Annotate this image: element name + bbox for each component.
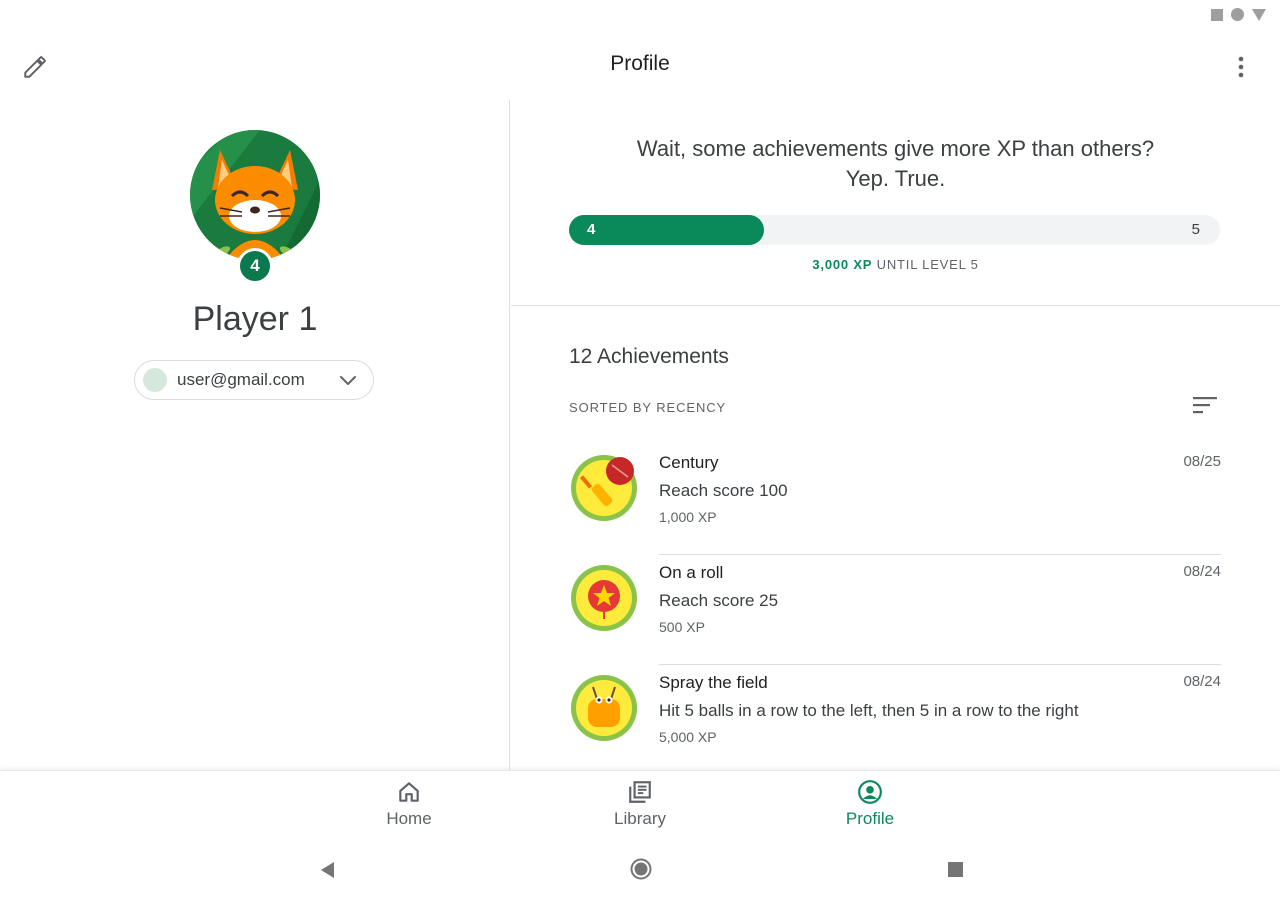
chevron-down-icon	[340, 376, 356, 385]
status-circle-icon	[1231, 8, 1244, 21]
achievements-list: Century Reach score 100 1,000 XP 08/25 O…	[569, 445, 1221, 775]
section-divider	[511, 305, 1280, 306]
next-level-label: 5	[1191, 221, 1200, 238]
xp-caption-suffix: UNTIL LEVEL 5	[872, 257, 979, 272]
achievement-item[interactable]: Century Reach score 100 1,000 XP 08/25	[569, 445, 1221, 555]
account-email: user@gmail.com	[177, 370, 305, 389]
page-title: Profile	[610, 52, 670, 75]
nav-home[interactable]: Home	[349, 779, 469, 839]
home-circle-icon	[630, 858, 652, 880]
achievement-date: 08/24	[1183, 563, 1221, 580]
more-options-button[interactable]	[1224, 50, 1258, 84]
nav-profile-label: Profile	[845, 809, 895, 828]
more-vert-icon	[1238, 56, 1244, 78]
avatar-container: 4	[190, 130, 320, 284]
achievement-description: Hit 5 balls in a row to the left, then 5…	[659, 701, 1079, 720]
level-badge: 4	[237, 248, 273, 284]
system-navigation-bar	[0, 840, 1280, 900]
nav-home-label: Home	[386, 809, 432, 828]
nav-library-label: Library	[614, 809, 666, 828]
achievement-description: Reach score 100	[659, 481, 788, 500]
system-home-button[interactable]	[630, 858, 652, 885]
library-icon	[629, 781, 651, 803]
back-triangle-icon	[321, 862, 334, 878]
achievement-description: Reach score 25	[659, 591, 779, 610]
status-bar	[0, 0, 1280, 30]
achievement-date: 08/25	[1183, 453, 1221, 470]
star-medal-icon	[569, 563, 639, 633]
account-avatar	[143, 368, 167, 392]
level-progress-fill	[569, 215, 765, 245]
achievement-item[interactable]: On a roll Reach score 25 500 XP 08/24	[569, 555, 1221, 665]
level-progress-bar: 4 5	[569, 215, 1220, 245]
achievement-xp: 500 XP	[659, 619, 705, 635]
current-level-label: 4	[587, 221, 596, 238]
bug-character-icon	[569, 673, 639, 743]
sort-label: SORTED BY RECENCY	[569, 400, 727, 415]
account-circle-icon	[858, 780, 882, 804]
nav-profile[interactable]: Profile	[810, 779, 930, 839]
player-profile-panel: 4 Player 1 user@gmail.com	[0, 100, 510, 770]
status-icons	[1211, 8, 1266, 21]
home-icon	[399, 782, 419, 802]
xp-remaining-amount: 3,000 XP	[812, 257, 873, 272]
achievement-xp: 5,000 XP	[659, 729, 717, 745]
sort-button[interactable]	[1192, 394, 1222, 420]
back-button[interactable]	[320, 861, 336, 884]
xp-until-next-level: 3,000 XP UNTIL LEVEL 5	[511, 257, 1280, 272]
fox-avatar-icon	[190, 130, 320, 260]
achievements-count: 12 Achievements	[569, 345, 729, 368]
avatar[interactable]	[190, 130, 320, 260]
nav-library[interactable]: Library	[580, 779, 700, 839]
status-square-icon	[1211, 8, 1223, 21]
player-name: Player 1	[192, 300, 318, 338]
cricket-bat-ball-icon	[569, 453, 639, 523]
achievements-panel: Wait, some achievements give more XP tha…	[511, 100, 1280, 775]
top-app-bar: Profile	[0, 30, 1280, 100]
achievement-name: On a roll	[659, 563, 724, 582]
achievement-name: Century	[659, 453, 719, 472]
achievement-item[interactable]: Spray the field Hit 5 balls in a row to …	[569, 665, 1221, 775]
account-switcher[interactable]: user@gmail.com	[134, 360, 374, 400]
xp-tip-line-1: Wait, some achievements give more XP tha…	[636, 136, 1155, 161]
achievement-name: Spray the field	[659, 673, 768, 692]
recents-square-icon[interactable]	[948, 862, 963, 877]
status-triangle-icon	[1252, 8, 1266, 21]
sort-icon	[1193, 397, 1217, 414]
achievement-date: 08/24	[1183, 673, 1221, 690]
achievement-xp: 1,000 XP	[659, 509, 717, 525]
xp-tip-line-2: Yep. True.	[845, 166, 946, 191]
bottom-navigation: Home Library Profile	[0, 770, 1280, 840]
